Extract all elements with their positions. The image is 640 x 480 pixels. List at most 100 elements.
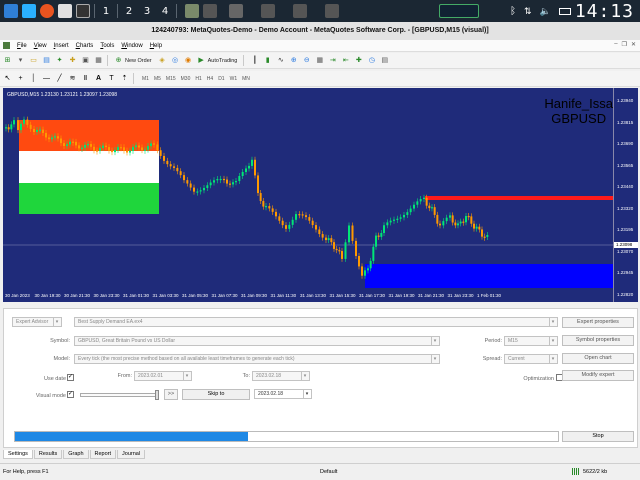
workspace-1[interactable]: 1 bbox=[99, 6, 113, 17]
menu-charts[interactable]: Charts bbox=[76, 43, 94, 49]
bar-chart-icon[interactable]: ┃ bbox=[249, 55, 260, 66]
expert-select[interactable]: Best Supply Demand EA.ex4 ▾ bbox=[74, 317, 558, 327]
window-task-icon[interactable] bbox=[325, 4, 339, 18]
data-window-icon[interactable]: ✦ bbox=[54, 55, 65, 66]
tab-journal[interactable]: Journal bbox=[117, 450, 146, 459]
open-file-icon[interactable]: ▭ bbox=[28, 55, 39, 66]
terminal-panel-icon[interactable]: ▣ bbox=[80, 55, 91, 66]
timeframe-m15[interactable]: M15 bbox=[166, 76, 176, 82]
timeframe-h1[interactable]: H1 bbox=[195, 76, 201, 82]
trendline-icon[interactable]: ╱ bbox=[54, 73, 65, 84]
to-date-field[interactable]: 2023.02.18 ▾ bbox=[252, 371, 310, 381]
restore-icon[interactable]: ❐ bbox=[622, 41, 627, 48]
crosshair-icon[interactable]: + bbox=[15, 73, 26, 84]
timeframe-m30[interactable]: M30 bbox=[181, 76, 191, 82]
new-chart-icon[interactable]: ⊞ bbox=[2, 55, 13, 66]
timeframe-m5[interactable]: M5 bbox=[154, 76, 161, 82]
fibonacci-icon[interactable]: Ⅱ bbox=[80, 73, 91, 84]
indicators-icon[interactable]: ✚ bbox=[353, 55, 364, 66]
spread-select[interactable]: Current ▾ bbox=[504, 354, 558, 364]
cursor-icon[interactable]: ↖ bbox=[2, 73, 13, 84]
vertical-line-icon[interactable]: │ bbox=[28, 73, 39, 84]
menu-help[interactable]: Help bbox=[150, 43, 162, 49]
mt4-task-icon[interactable] bbox=[185, 4, 199, 18]
timeframe-mn[interactable]: MN bbox=[242, 76, 250, 82]
price-chart[interactable]: GBPUSD,M15 1.23130 1.23121 1.23097 1.230… bbox=[3, 88, 613, 302]
label-icon[interactable]: T bbox=[106, 73, 117, 84]
tile-windows-icon[interactable]: ▦ bbox=[314, 55, 325, 66]
autotrading-button[interactable]: AutoTrading bbox=[208, 58, 238, 64]
strategy-tester-icon[interactable]: ▦ bbox=[93, 55, 104, 66]
expert-properties-button[interactable]: Expert properties bbox=[562, 317, 634, 328]
menu-view[interactable]: View bbox=[34, 43, 47, 49]
menu-window[interactable]: Window bbox=[121, 43, 142, 49]
terminal-icon[interactable] bbox=[76, 4, 90, 18]
workspace-4[interactable]: 4 bbox=[158, 6, 172, 17]
tab-report[interactable]: Report bbox=[89, 450, 117, 459]
workspace-2[interactable]: 2 bbox=[122, 6, 136, 17]
window-task-icon[interactable] bbox=[203, 4, 217, 18]
window-task-icon[interactable] bbox=[293, 4, 307, 18]
speed-button[interactable]: >> bbox=[164, 389, 178, 400]
open-chart-button[interactable]: Open chart bbox=[562, 353, 634, 364]
signals-icon[interactable]: ◎ bbox=[170, 55, 181, 66]
templates-icon[interactable]: ▤ bbox=[379, 55, 390, 66]
browser-icon[interactable] bbox=[40, 4, 54, 18]
minimize-icon[interactable]: – bbox=[614, 41, 617, 48]
navigator-icon[interactable]: ✚ bbox=[67, 55, 78, 66]
chart-shift-icon[interactable]: ⇤ bbox=[340, 55, 351, 66]
channel-icon[interactable]: ≋ bbox=[67, 73, 78, 84]
speed-slider-thumb[interactable] bbox=[155, 390, 159, 400]
window-task-icon[interactable] bbox=[229, 4, 243, 18]
skip-to-button[interactable]: Skip to bbox=[182, 389, 250, 400]
period-select[interactable]: M15 ▾ bbox=[504, 336, 558, 346]
timeframe-m1[interactable]: M1 bbox=[142, 76, 149, 82]
new-order-button[interactable]: New Order bbox=[125, 58, 152, 64]
candlestick-icon[interactable]: ▮ bbox=[262, 55, 273, 66]
market-icon[interactable]: ◉ bbox=[183, 55, 194, 66]
periods-icon[interactable]: ◷ bbox=[366, 55, 377, 66]
modify-expert-button[interactable]: Modify expert bbox=[562, 370, 634, 381]
horizontal-line-icon[interactable]: — bbox=[41, 73, 52, 84]
use-date-checkbox[interactable]: ✓ bbox=[67, 374, 74, 381]
bluetooth-icon[interactable]: ᛒ bbox=[510, 6, 516, 17]
expert-type-select[interactable]: Expert Advisor ▾ bbox=[12, 317, 62, 327]
from-date-field[interactable]: 2023.02.01 ▾ bbox=[134, 371, 192, 381]
zoom-out-icon[interactable]: ⊖ bbox=[301, 55, 312, 66]
autoscroll-icon[interactable]: ⇥ bbox=[327, 55, 338, 66]
workspace-3[interactable]: 3 bbox=[140, 6, 154, 17]
metaeditor-icon[interactable]: ◈ bbox=[157, 55, 168, 66]
timeframe-h4[interactable]: H4 bbox=[207, 76, 213, 82]
zoom-in-icon[interactable]: ⊕ bbox=[288, 55, 299, 66]
timeframe-d1[interactable]: D1 bbox=[218, 76, 224, 82]
visual-mode-checkbox[interactable]: ✓ bbox=[67, 391, 74, 398]
symbol-select[interactable]: GBPUSD, Great Britain Pound vs US Dollar… bbox=[74, 336, 440, 346]
tab-graph[interactable]: Graph bbox=[63, 450, 89, 459]
symbol-properties-button[interactable]: Symbol properties bbox=[562, 335, 634, 346]
menu-insert[interactable]: Insert bbox=[54, 43, 69, 49]
skip-date-field[interactable]: 2023.02.18 ▾ bbox=[254, 389, 312, 399]
menu-file[interactable]: File bbox=[17, 43, 27, 49]
speed-slider[interactable] bbox=[80, 390, 159, 400]
clock[interactable]: 14:13 bbox=[575, 1, 634, 22]
stop-button[interactable]: Stop bbox=[562, 431, 634, 442]
file-manager-icon[interactable] bbox=[58, 4, 72, 18]
workspace-icon[interactable] bbox=[22, 4, 36, 18]
line-chart-icon[interactable]: ∿ bbox=[275, 55, 286, 66]
network-icon[interactable]: ⇅ bbox=[524, 6, 532, 17]
model-select[interactable]: Every tick (the most precise method base… bbox=[74, 354, 440, 364]
arrows-icon[interactable]: ⇡ bbox=[119, 73, 130, 84]
app-menu-icon[interactable] bbox=[4, 4, 18, 18]
timeframe-w1[interactable]: W1 bbox=[230, 76, 238, 82]
text-icon[interactable]: A bbox=[93, 73, 104, 84]
close-icon[interactable]: ✕ bbox=[631, 41, 636, 48]
window-task-icon[interactable] bbox=[261, 4, 275, 18]
tab-settings[interactable]: Settings bbox=[3, 450, 33, 459]
new-order-icon[interactable]: ⊕ bbox=[113, 55, 124, 66]
market-watch-icon[interactable]: ▤ bbox=[41, 55, 52, 66]
tab-results[interactable]: Results bbox=[33, 450, 63, 459]
volume-icon[interactable]: 🔈 bbox=[540, 6, 551, 17]
profiles-icon[interactable]: ▾ bbox=[15, 55, 26, 66]
autotrading-icon[interactable]: ▶ bbox=[196, 55, 207, 66]
menu-tools[interactable]: Tools bbox=[100, 43, 114, 49]
